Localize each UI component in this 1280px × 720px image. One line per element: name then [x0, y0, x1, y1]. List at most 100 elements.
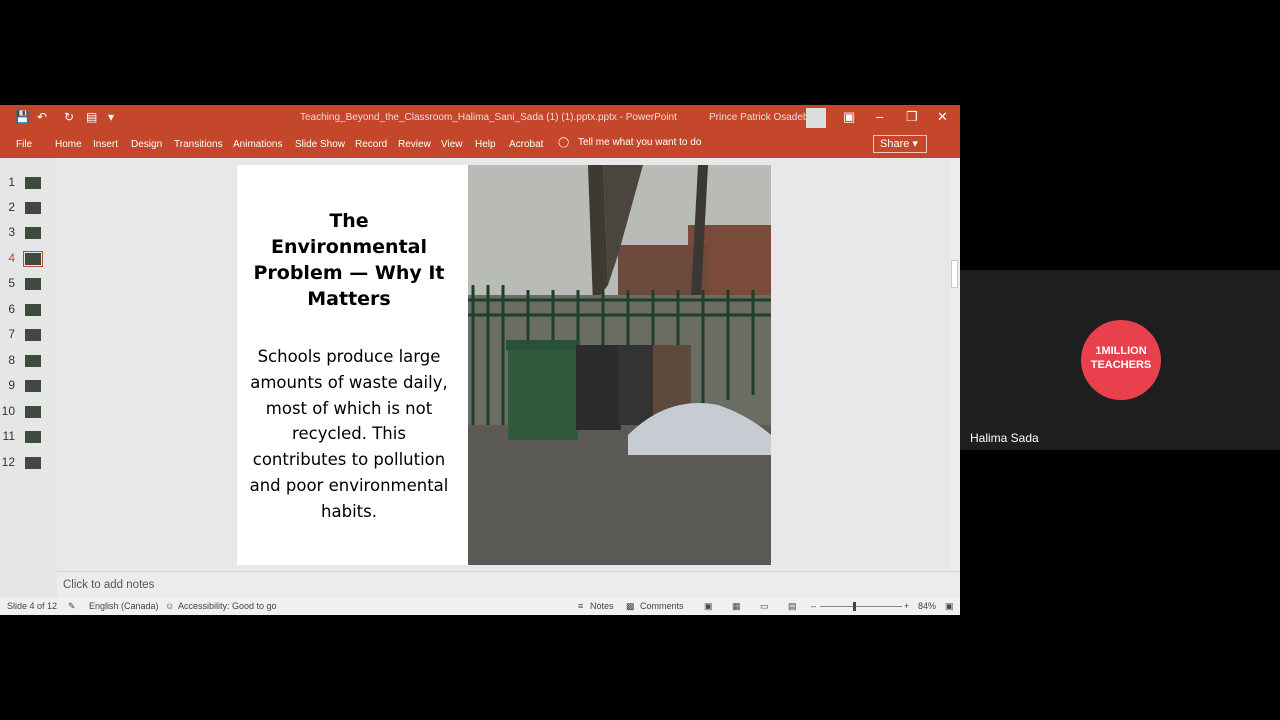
tab-slide-show[interactable]: Slide Show: [295, 139, 345, 150]
restore-icon[interactable]: ❐: [906, 109, 918, 125]
minimize-icon[interactable]: –: [876, 109, 883, 124]
tab-acrobat[interactable]: Acrobat: [509, 139, 543, 150]
tab-help[interactable]: Help: [475, 139, 496, 150]
slide-thumb-4[interactable]: 4: [0, 248, 57, 268]
slide-body-text[interactable]: Schools produce large amounts of waste d…: [245, 344, 453, 525]
notes-icon: ≡: [578, 601, 584, 611]
zoom-in-icon[interactable]: +: [904, 601, 909, 611]
tab-file[interactable]: File: [16, 139, 32, 150]
user-name[interactable]: Prince Patrick Osadebey: [709, 112, 819, 123]
language[interactable]: English (Canada): [89, 601, 159, 611]
scroll-thumb[interactable]: [951, 260, 958, 288]
slide-thumb-9[interactable]: 9: [0, 375, 57, 395]
tab-view[interactable]: View: [441, 139, 463, 150]
slide-thumbnail-pane: 1 2 3 4 5 6 7 8 9 10 11 12: [0, 158, 58, 596]
tell-me-text: Tell me what you want to do: [577, 137, 702, 148]
thumb-number: 12: [1, 455, 15, 469]
slide-thumb-7[interactable]: 7: [0, 324, 57, 344]
thumb-number: 5: [8, 276, 15, 290]
slide-sorter-icon[interactable]: ▦: [732, 601, 741, 612]
thumb-number: 3: [8, 225, 15, 239]
thumb-preview: [25, 406, 41, 418]
comments-button[interactable]: Comments: [640, 601, 684, 611]
share-button[interactable]: Share ▾: [873, 135, 927, 153]
spellcheck-icon[interactable]: ✎: [68, 601, 76, 612]
participant-tile[interactable]: 1MILLION TEACHERS Halima Sada: [960, 270, 1280, 450]
tab-insert[interactable]: Insert: [93, 139, 118, 150]
thumb-preview: [25, 329, 41, 341]
slide-thumb-3[interactable]: 3: [0, 222, 57, 242]
slide-thumb-6[interactable]: 6: [0, 299, 57, 319]
zoom-level[interactable]: 84%: [918, 601, 936, 611]
reading-view-icon[interactable]: ▭: [760, 601, 769, 612]
zoom-out-icon[interactable]: –: [811, 601, 816, 611]
slide-thumb-8[interactable]: 8: [0, 350, 57, 370]
share-label: Share: [880, 138, 910, 150]
slide-thumb-12[interactable]: 12: [0, 452, 57, 472]
thumb-number: 2: [8, 200, 15, 214]
powerpoint-window: 💾 ↶ ↻ ▤ ▾ Teaching_Beyond_the_Classroom_…: [0, 105, 960, 615]
tab-home[interactable]: Home: [55, 139, 82, 150]
participant-logo: 1MILLION TEACHERS: [1081, 320, 1161, 400]
logo-text-line1: 1MILLION: [1095, 345, 1147, 357]
fit-slide-icon[interactable]: ▣: [945, 601, 954, 612]
save-icon[interactable]: 💾: [15, 110, 30, 124]
zoom-slider[interactable]: [820, 602, 902, 611]
close-icon[interactable]: ✕: [937, 109, 948, 125]
thumb-number: 11: [2, 429, 15, 443]
thumb-number: 10: [1, 404, 15, 418]
lightbulb-icon: ◯: [558, 137, 570, 148]
accessibility-status[interactable]: Accessibility: Good to go: [178, 601, 277, 611]
thumb-number: 6: [8, 302, 15, 316]
current-slide[interactable]: The Environmental Problem — Why It Matte…: [237, 165, 771, 565]
tab-animations[interactable]: Animations: [233, 139, 282, 150]
tell-me-search[interactable]: ◯ Tell me what you want to do: [558, 137, 701, 148]
normal-view-icon[interactable]: ▣: [704, 601, 713, 612]
logo-text-line2: TEACHERS: [1090, 359, 1152, 371]
thumb-preview: [25, 202, 41, 214]
tab-design[interactable]: Design: [131, 139, 162, 150]
window-title: Teaching_Beyond_the_Classroom_Halima_San…: [300, 112, 677, 123]
notes-button[interactable]: Notes: [590, 601, 614, 611]
tab-review[interactable]: Review: [398, 139, 431, 150]
notes-placeholder[interactable]: Click to add notes: [63, 579, 154, 591]
thumb-preview: [25, 304, 41, 316]
thumb-preview: [25, 380, 41, 392]
zoom-slider-thumb[interactable]: [853, 602, 856, 611]
thumb-number: 9: [8, 378, 15, 392]
thumb-number: 4: [8, 251, 15, 265]
redo-icon[interactable]: ↻: [64, 110, 74, 124]
slide-counter: Slide 4 of 12: [7, 601, 58, 611]
slideshow-icon[interactable]: ▤: [788, 601, 797, 612]
comments-icon: ▩: [626, 601, 635, 611]
ribbon: File Home Insert Design Transitions Anim…: [0, 131, 960, 158]
slide-thumb-2[interactable]: 2: [0, 197, 57, 217]
slide-thumb-1[interactable]: 1: [0, 172, 57, 192]
slide-thumb-5[interactable]: 5: [0, 273, 57, 293]
present-icon[interactable]: ▤: [86, 110, 97, 124]
thumb-preview: [23, 251, 43, 267]
customize-icon[interactable]: ▾: [108, 110, 114, 124]
tab-transitions[interactable]: Transitions: [174, 139, 223, 150]
slide-title[interactable]: The Environmental Problem — Why It Matte…: [249, 208, 449, 312]
undo-icon[interactable]: ↶: [37, 110, 47, 124]
participant-name: Halima Sada: [970, 431, 1039, 445]
slide-photo[interactable]: [468, 165, 771, 565]
thumb-number: 7: [8, 327, 15, 341]
avatar[interactable]: [806, 108, 826, 128]
slide-thumb-10[interactable]: 10: [0, 401, 57, 421]
thumb-number: 8: [8, 353, 15, 367]
notes-pane[interactable]: Click to add notes: [57, 571, 960, 599]
thumb-preview: [25, 278, 41, 290]
tab-record[interactable]: Record: [355, 139, 387, 150]
ribbon-display-icon[interactable]: ▣: [843, 109, 855, 125]
thumb-preview: [25, 355, 41, 367]
thumb-preview: [25, 431, 41, 443]
thumb-number: 1: [8, 175, 15, 189]
title-bar: 💾 ↶ ↻ ▤ ▾ Teaching_Beyond_the_Classroom_…: [0, 105, 960, 131]
slide-editing-area: The Environmental Problem — Why It Matte…: [57, 158, 950, 571]
vertical-scrollbar[interactable]: [950, 158, 960, 571]
status-bar: Slide 4 of 12 ✎ English (Canada) ☺ Acces…: [0, 598, 960, 615]
thumb-preview: [25, 177, 41, 189]
slide-thumb-11[interactable]: 11: [0, 426, 57, 446]
